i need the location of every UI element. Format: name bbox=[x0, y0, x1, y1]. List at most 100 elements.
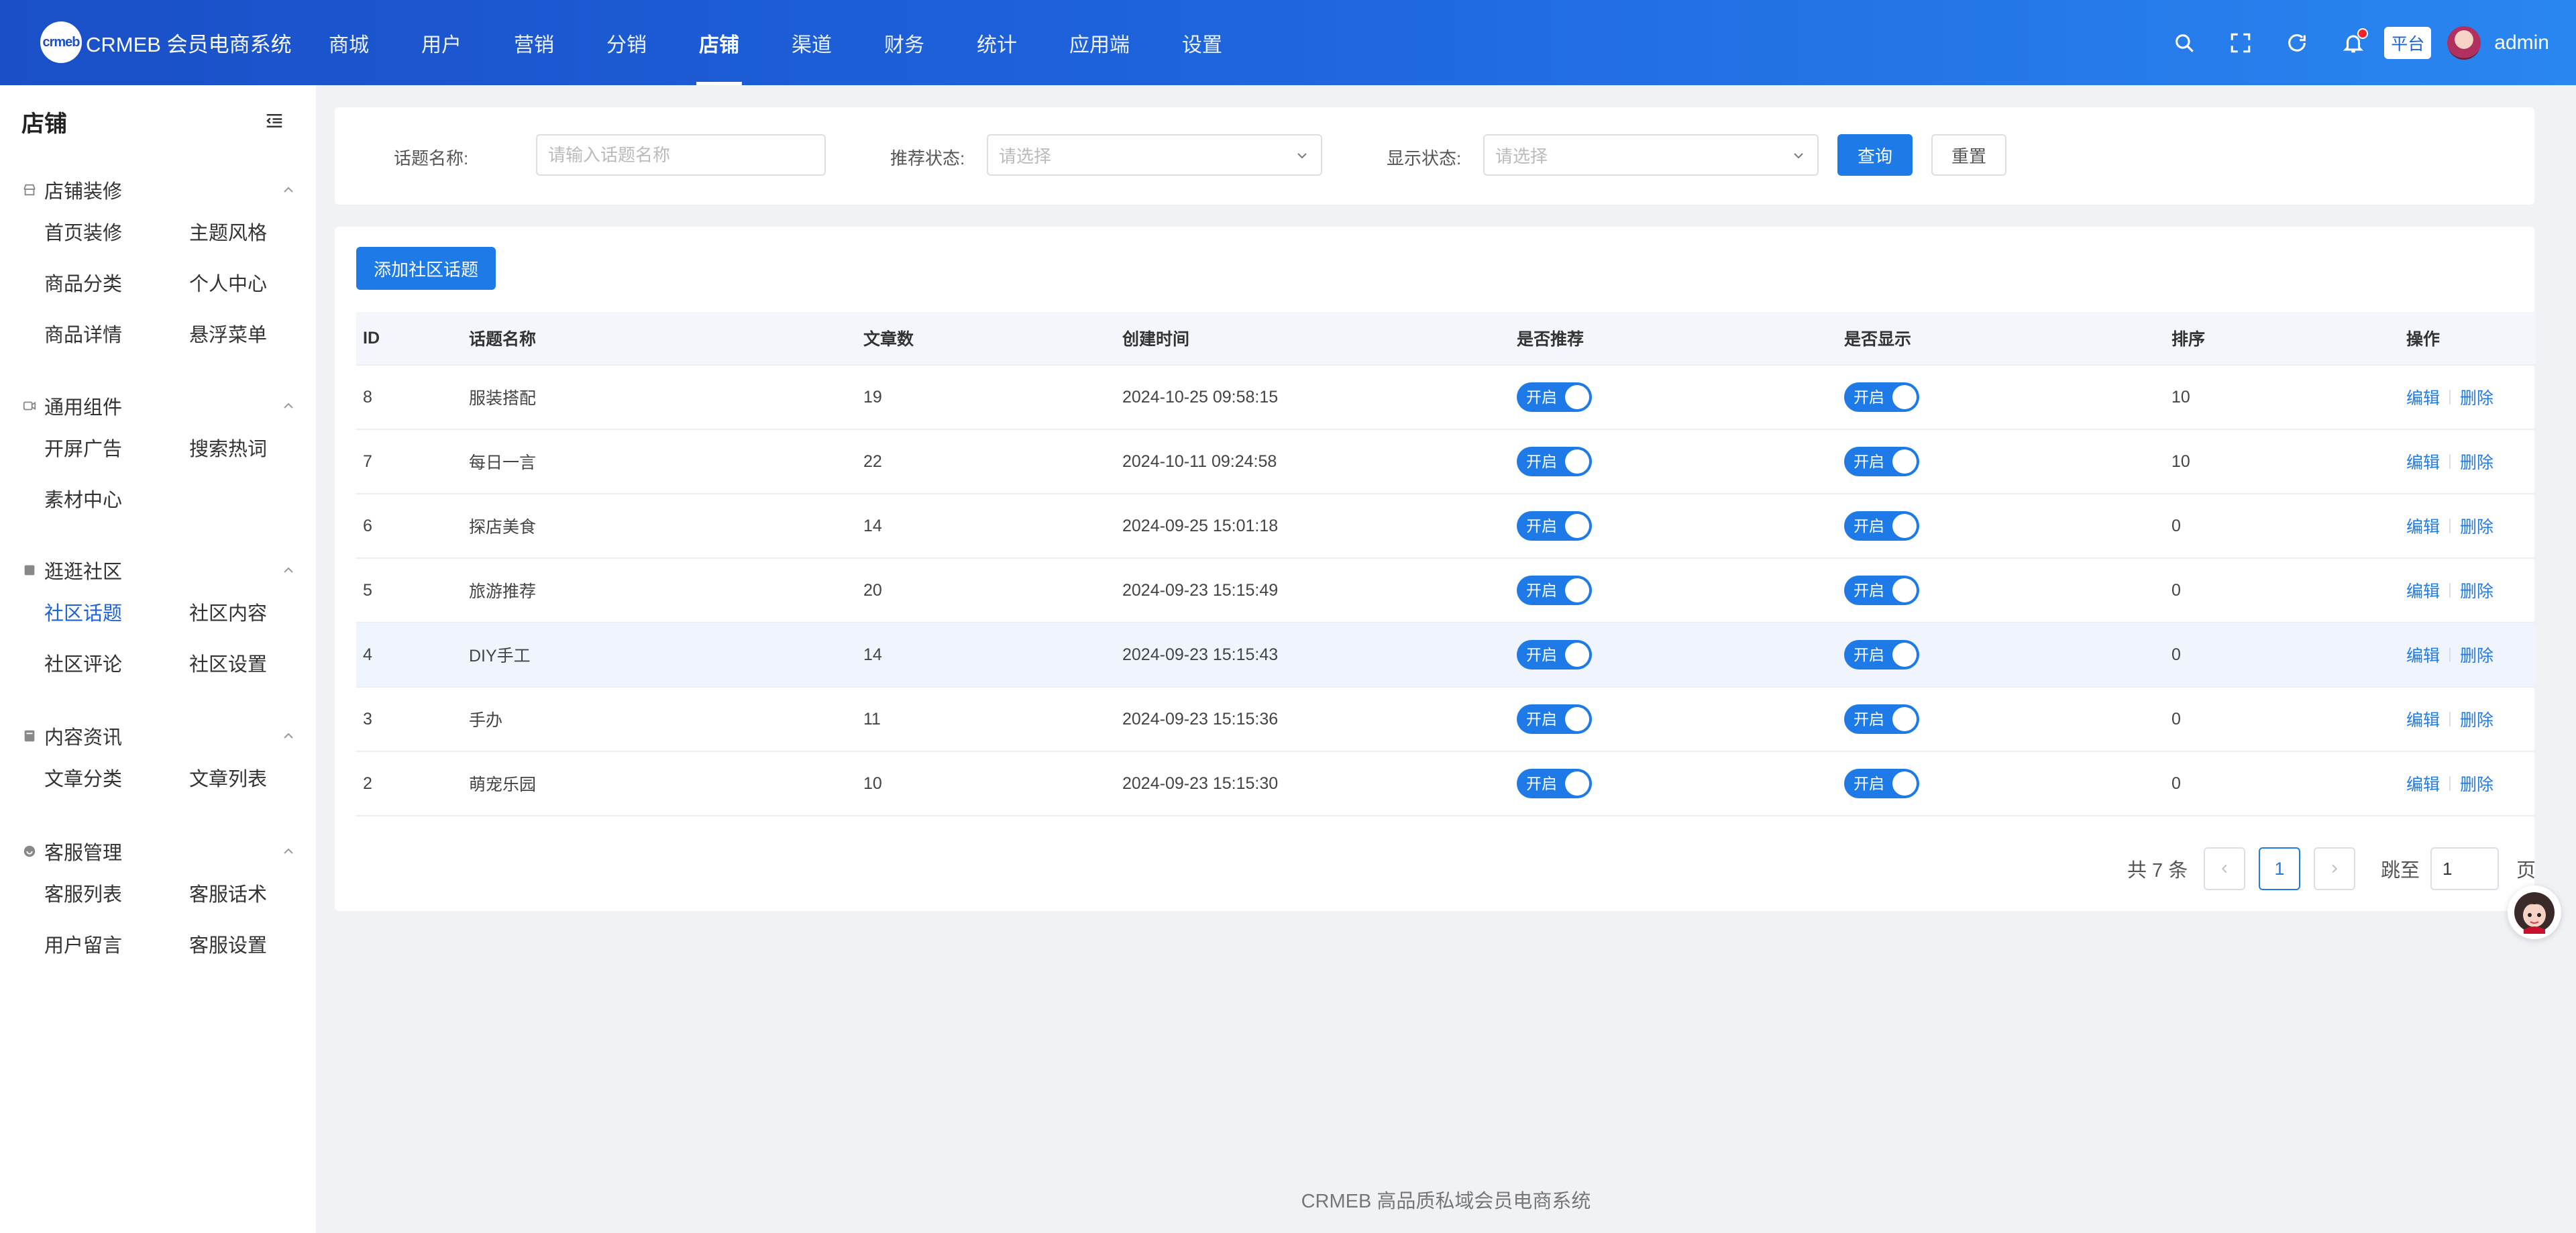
delete-link[interactable]: 删除 bbox=[2460, 643, 2493, 667]
nav-item-7[interactable]: 统计 bbox=[977, 0, 1017, 85]
row-topic-name: 旅游推荐 bbox=[469, 582, 537, 601]
edit-link[interactable]: 编辑 bbox=[2406, 643, 2440, 667]
jump-page-field[interactable] bbox=[2430, 847, 2499, 890]
nav-item-1[interactable]: 用户 bbox=[421, 0, 462, 85]
app-logo[interactable]: crmeb CRMEB 会员电商系统 bbox=[40, 21, 292, 63]
edit-link[interactable]: 编辑 bbox=[2406, 514, 2440, 538]
nav-item-3[interactable]: 分销 bbox=[606, 0, 647, 85]
display-switch[interactable]: 开启 bbox=[1844, 382, 1919, 412]
sidebar-item[interactable]: 社区话题 bbox=[44, 598, 122, 626]
sidebar-group-1[interactable]: 通用组件 bbox=[21, 392, 297, 419]
search-icon[interactable] bbox=[2168, 27, 2200, 59]
recommend-switch[interactable]: 开启 bbox=[1517, 640, 1592, 669]
row-topic-name: 手办 bbox=[469, 711, 503, 730]
sidebar-item[interactable]: 客服话术 bbox=[189, 879, 267, 907]
bell-icon[interactable] bbox=[2337, 27, 2369, 59]
sidebar-item[interactable]: 搜索热词 bbox=[189, 433, 267, 462]
next-page-button[interactable] bbox=[2314, 847, 2355, 890]
edit-link[interactable]: 编辑 bbox=[2406, 771, 2440, 796]
user-avatar[interactable] bbox=[2447, 25, 2481, 60]
sidebar-item[interactable]: 客服设置 bbox=[189, 930, 267, 958]
edit-link[interactable]: 编辑 bbox=[2406, 385, 2440, 409]
edit-link[interactable]: 编辑 bbox=[2406, 449, 2440, 474]
nav-item-6[interactable]: 财务 bbox=[884, 0, 924, 85]
nav-item-9[interactable]: 设置 bbox=[1182, 0, 1222, 85]
topic-name-input[interactable] bbox=[548, 144, 824, 166]
sidebar-item[interactable]: 客服列表 bbox=[44, 879, 122, 907]
switch-label: 开启 bbox=[1526, 646, 1557, 663]
display-status-select[interactable]: 请选择 bbox=[1483, 134, 1819, 176]
sidebar-group-0[interactable]: 店铺装修 bbox=[21, 176, 297, 203]
fullscreen-icon[interactable] bbox=[2224, 27, 2257, 59]
notification-dot bbox=[2357, 28, 2369, 39]
recommend-switch[interactable]: 开启 bbox=[1517, 382, 1592, 412]
nav-item-4[interactable]: 店铺 bbox=[696, 0, 742, 85]
menu-collapse-icon[interactable] bbox=[264, 111, 284, 131]
display-switch[interactable]: 开启 bbox=[1844, 511, 1919, 541]
recommend-switch[interactable]: 开启 bbox=[1517, 576, 1592, 605]
platform-tag[interactable]: 平台 bbox=[2384, 26, 2432, 59]
edit-link[interactable]: 编辑 bbox=[2406, 707, 2440, 731]
nav-item-5[interactable]: 渠道 bbox=[792, 0, 832, 85]
sidebar-item[interactable]: 悬浮菜单 bbox=[189, 319, 267, 347]
sidebar-group-2[interactable]: 逛逛社区 bbox=[21, 557, 297, 584]
sidebar-item[interactable]: 社区评论 bbox=[44, 649, 122, 677]
user-name[interactable]: admin bbox=[2494, 32, 2549, 54]
display-switch[interactable]: 开启 bbox=[1844, 769, 1919, 798]
delete-link[interactable]: 删除 bbox=[2460, 707, 2493, 731]
sidebar-group-4[interactable]: 客服管理 bbox=[21, 838, 297, 865]
recommend-switch[interactable]: 开启 bbox=[1517, 769, 1592, 798]
row-id: 8 bbox=[363, 387, 372, 407]
query-button[interactable]: 查询 bbox=[1837, 134, 1913, 176]
sidebar-item[interactable]: 个人中心 bbox=[189, 268, 267, 297]
nav-item-8[interactable]: 应用端 bbox=[1069, 0, 1130, 85]
row-actions: 编辑 删除 bbox=[2406, 494, 2493, 557]
recommend-switch[interactable]: 开启 bbox=[1517, 704, 1592, 734]
delete-link[interactable]: 删除 bbox=[2460, 771, 2493, 796]
column-header: 是否推荐 bbox=[1517, 330, 1585, 349]
sidebar-item[interactable]: 主题风格 bbox=[189, 217, 267, 246]
top-nav: 商城 用户 营销 分销 店铺 渠道 财务 统计 应用端 设置 bbox=[329, 0, 1275, 85]
sidebar-item[interactable]: 素材中心 bbox=[44, 484, 122, 513]
add-topic-button[interactable]: 添加社区话题 bbox=[356, 247, 496, 290]
sidebar-item[interactable]: 商品详情 bbox=[44, 319, 122, 347]
sidebar-item[interactable]: 商品分类 bbox=[44, 268, 122, 297]
sidebar-item[interactable]: 首页装修 bbox=[44, 217, 122, 246]
switch-label: 开启 bbox=[1526, 388, 1557, 406]
delete-link[interactable]: 删除 bbox=[2460, 514, 2493, 538]
refresh-icon[interactable] bbox=[2281, 27, 2313, 59]
switch-knob bbox=[1892, 707, 1917, 731]
display-switch[interactable]: 开启 bbox=[1844, 704, 1919, 734]
display-switch[interactable]: 开启 bbox=[1844, 576, 1919, 605]
nav-item-0[interactable]: 商城 bbox=[329, 0, 369, 85]
sidebar-group-3[interactable]: 内容资讯 bbox=[21, 722, 297, 749]
recommend-cell: 开启 bbox=[1517, 494, 1592, 557]
support-avatar-button[interactable] bbox=[2508, 886, 2561, 939]
reset-button[interactable]: 重置 bbox=[1931, 134, 2006, 176]
row-topic-name: 探店美食 bbox=[469, 518, 537, 537]
sidebar-item[interactable]: 文章列表 bbox=[189, 763, 267, 792]
topic-name-field[interactable] bbox=[536, 134, 826, 176]
display-switch[interactable]: 开启 bbox=[1844, 447, 1919, 476]
sidebar-item[interactable]: 开屏广告 bbox=[44, 433, 122, 462]
sidebar-item[interactable]: 社区内容 bbox=[189, 598, 267, 626]
edit-link[interactable]: 编辑 bbox=[2406, 578, 2440, 602]
chevron-up-icon bbox=[284, 848, 293, 854]
delete-link[interactable]: 删除 bbox=[2460, 578, 2493, 602]
display-switch[interactable]: 开启 bbox=[1844, 640, 1919, 669]
header-actions: 平台 admin bbox=[2144, 0, 2549, 85]
recommend-status-select[interactable]: 请选择 bbox=[987, 134, 1322, 176]
jump-label: 跳至 bbox=[2381, 860, 2420, 881]
sidebar-item[interactable]: 用户留言 bbox=[44, 930, 122, 958]
page-number-button[interactable]: 1 bbox=[2259, 847, 2300, 890]
prev-page-button[interactable] bbox=[2204, 847, 2245, 890]
jump-page-input[interactable] bbox=[2443, 858, 2498, 879]
sidebar-item[interactable]: 社区设置 bbox=[189, 649, 267, 677]
recommend-switch[interactable]: 开启 bbox=[1517, 447, 1592, 476]
delete-link[interactable]: 删除 bbox=[2460, 449, 2493, 474]
delete-link[interactable]: 删除 bbox=[2460, 385, 2493, 409]
sidebar-item[interactable]: 文章分类 bbox=[44, 763, 122, 792]
recommend-switch[interactable]: 开启 bbox=[1517, 511, 1592, 541]
nav-item-2[interactable]: 营销 bbox=[514, 0, 554, 85]
row-sort: 0 bbox=[2171, 709, 2181, 729]
